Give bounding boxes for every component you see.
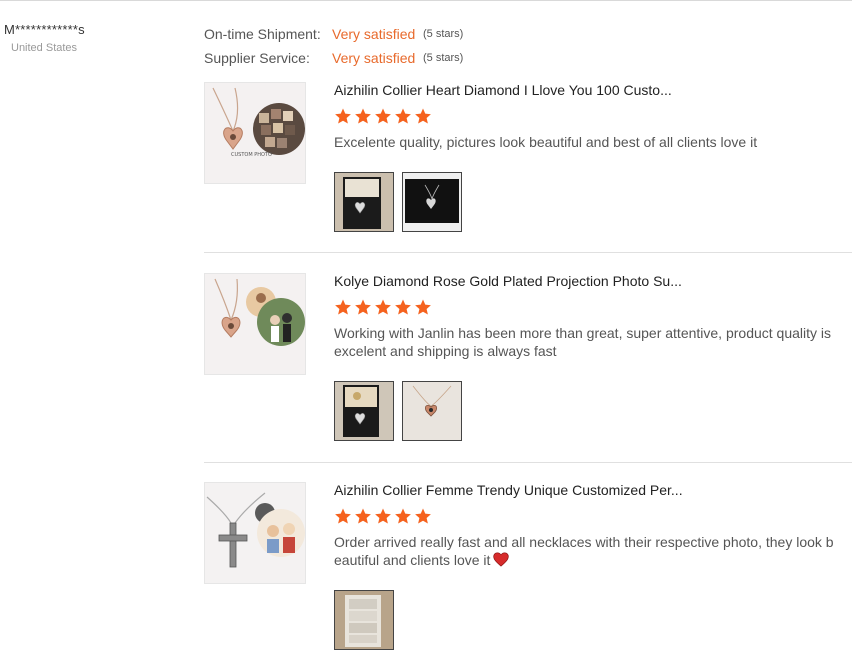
rating-label: On-time Shipment: — [204, 26, 321, 42]
product-thumbnail[interactable] — [204, 273, 306, 375]
product-title[interactable]: Kolye Diamond Rose Gold Plated Projectio… — [334, 273, 682, 289]
star-icon — [355, 299, 371, 315]
review-text: Excelente quality, pictures look beautif… — [334, 134, 758, 150]
review-photos — [334, 172, 462, 232]
product-thumbnail[interactable] — [204, 482, 306, 584]
review-divider — [204, 462, 852, 463]
review-photo[interactable] — [334, 590, 394, 650]
rose-gold-projection-necklace-icon — [205, 274, 305, 374]
necklace-box-photo — [335, 173, 393, 231]
top-divider — [0, 0, 852, 1]
rating-stars-text: (5 stars) — [423, 52, 464, 64]
star-icon — [335, 108, 351, 124]
buyer-info: M************s United States — [4, 22, 85, 54]
necklace-box-photo — [335, 382, 393, 440]
package-photo — [335, 591, 393, 649]
review-photos — [334, 590, 394, 650]
review-text: Order arrived really fast and all neckla… — [334, 533, 839, 569]
review-photo[interactable] — [402, 172, 462, 232]
star-rating — [334, 107, 432, 125]
necklace-dark-photo — [403, 173, 461, 231]
rating-row-shipment: On-time Shipment: Very satisfied (5 star… — [204, 22, 463, 46]
star-icon — [375, 299, 391, 315]
product-thumbnail[interactable]: CUSTOM PHOTO — [204, 82, 306, 184]
supplier-ratings: On-time Shipment: Very satisfied (5 star… — [204, 22, 463, 70]
review-item: CUSTOM PHOTO Aizhilin Collier Heart Diam… — [204, 82, 852, 242]
star-icon — [415, 508, 431, 524]
review-photo[interactable] — [334, 172, 394, 232]
star-icon — [355, 108, 371, 124]
product-title[interactable]: Aizhilin Collier Heart Diamond I Llove Y… — [334, 82, 672, 98]
star-icon — [395, 508, 411, 524]
buyer-name: M************s — [4, 22, 85, 37]
svg-text:CUSTOM PHOTO: CUSTOM PHOTO — [231, 152, 272, 158]
rating-row-service: Supplier Service: Very satisfied (5 star… — [204, 46, 463, 70]
star-icon — [395, 108, 411, 124]
star-rating — [334, 507, 432, 525]
review-text: Working with Janlin has been more than g… — [334, 325, 832, 359]
star-icon — [355, 508, 371, 524]
necklace-card-photo — [403, 382, 461, 440]
rating-stars-text: (5 stars) — [423, 28, 464, 40]
product-title[interactable]: Aizhilin Collier Femme Trendy Unique Cus… — [334, 482, 683, 498]
review-item: Kolye Diamond Rose Gold Plated Projectio… — [204, 273, 852, 443]
rating-label: Supplier Service: — [204, 50, 310, 66]
review-photos — [334, 381, 462, 441]
star-icon — [375, 108, 391, 124]
rating-value: Very satisfied — [332, 26, 416, 42]
review-divider — [204, 252, 852, 253]
star-icon — [415, 108, 431, 124]
star-icon — [395, 299, 411, 315]
buyer-country: United States — [11, 42, 78, 54]
heart-projection-necklace-icon: CUSTOM PHOTO — [205, 83, 305, 183]
star-rating — [334, 298, 432, 316]
star-icon — [375, 508, 391, 524]
review-photo[interactable] — [402, 381, 462, 441]
review-text-content: Order arrived really fast and all neckla… — [334, 534, 834, 568]
cross-projection-necklace-icon — [205, 483, 305, 583]
review-photo[interactable] — [334, 381, 394, 441]
star-icon — [415, 299, 431, 315]
star-icon — [335, 299, 351, 315]
heart-emoji-icon — [493, 552, 510, 567]
rating-value: Very satisfied — [332, 50, 416, 66]
review-item: Aizhilin Collier Femme Trendy Unique Cus… — [204, 482, 852, 662]
star-icon — [335, 508, 351, 524]
